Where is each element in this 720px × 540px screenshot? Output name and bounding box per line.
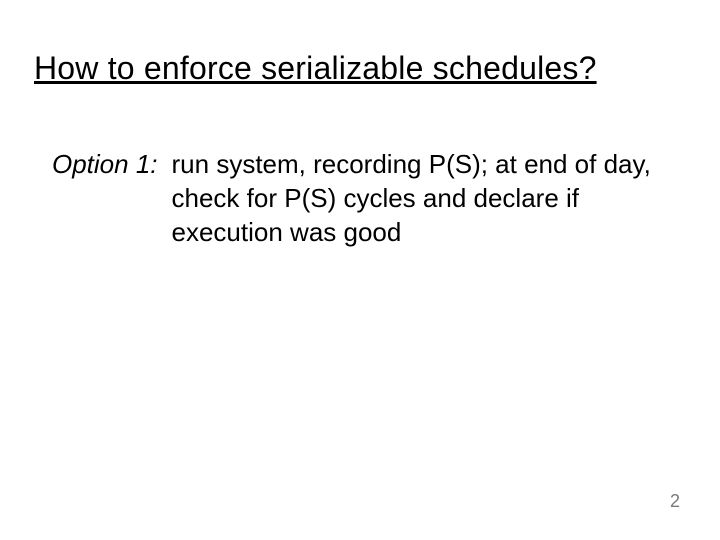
- page-number: 2: [670, 491, 680, 512]
- slide-body: Option 1: run system, recording P(S); at…: [52, 148, 672, 249]
- option-row: Option 1: run system, recording P(S); at…: [52, 148, 672, 249]
- slide-title: How to enforce serializable schedules?: [34, 50, 597, 87]
- slide: How to enforce serializable schedules? O…: [0, 0, 720, 540]
- option-label: Option 1:: [52, 148, 172, 182]
- option-text: run system, recording P(S); at end of da…: [172, 148, 672, 249]
